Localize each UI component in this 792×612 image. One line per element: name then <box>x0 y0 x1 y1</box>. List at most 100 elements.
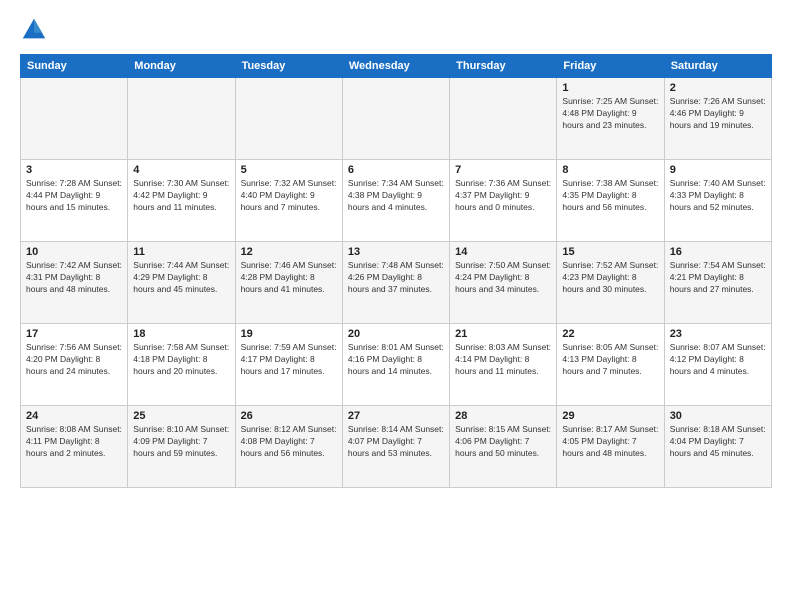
calendar-cell: 9Sunrise: 7:40 AM Sunset: 4:33 PM Daylig… <box>664 160 771 242</box>
calendar-cell <box>342 78 449 160</box>
page: SundayMondayTuesdayWednesdayThursdayFrid… <box>0 0 792 612</box>
day-number: 8 <box>562 164 658 176</box>
header <box>20 16 772 44</box>
calendar-week-row: 24 Sunrise: 8:08 AM Sunset: 4:11 PM Dayli… <box>21 406 772 488</box>
day-info: Sunrise: 7:30 AM Sunset: 4:42 PM Dayligh… <box>133 178 229 214</box>
calendar-cell: 14Sunrise: 7:50 AM Sunset: 4:24 PM Dayli… <box>450 242 557 324</box>
day-number: 19 <box>241 328 337 340</box>
day-info: Sunrise: 8:03 AM Sunset: 4:14 PM Dayligh… <box>455 342 551 378</box>
calendar-cell: 25 Sunrise: 8:10 AM Sunset: 4:09 PM Dayli… <box>128 406 235 488</box>
day-number: 30 <box>670 410 766 422</box>
day-info: Sunrise: 7:26 AM Sunset: 4:46 PM Dayligh… <box>670 96 766 132</box>
day-number: 20 <box>348 328 444 340</box>
day-number: 16 <box>670 246 766 258</box>
calendar-cell: 20 Sunrise: 8:01 AM Sunset: 4:16 PM Dayli… <box>342 324 449 406</box>
calendar-cell: 18 Sunrise: 7:58 AM Sunset: 4:18 PM Dayli… <box>128 324 235 406</box>
day-number: 7 <box>455 164 551 176</box>
day-number: 9 <box>670 164 766 176</box>
day-number: 6 <box>348 164 444 176</box>
weekday-header: Friday <box>557 55 664 78</box>
day-number: 17 <box>26 328 122 340</box>
calendar-cell <box>128 78 235 160</box>
weekday-header: Sunday <box>21 55 128 78</box>
day-info: Sunrise: 8:15 AM Sunset: 4:06 PM Dayligh… <box>455 424 551 460</box>
day-number: 28 <box>455 410 551 422</box>
calendar-cell <box>235 78 342 160</box>
day-info: Sunrise: 7:54 AM Sunset: 4:21 PM Dayligh… <box>670 260 766 296</box>
day-number: 11 <box>133 246 229 258</box>
calendar-cell: 3 Sunrise: 7:28 AM Sunset: 4:44 PM Daylig… <box>21 160 128 242</box>
calendar-cell: 19 Sunrise: 7:59 AM Sunset: 4:17 PM Dayli… <box>235 324 342 406</box>
weekday-header: Monday <box>128 55 235 78</box>
calendar-cell: 12 Sunrise: 7:46 AM Sunset: 4:28 PM Dayli… <box>235 242 342 324</box>
calendar-cell: 10 Sunrise: 7:42 AM Sunset: 4:31 PM Dayli… <box>21 242 128 324</box>
day-number: 1 <box>562 82 658 94</box>
day-number: 13 <box>348 246 444 258</box>
calendar-cell: 22 Sunrise: 8:05 AM Sunset: 4:13 PM Dayli… <box>557 324 664 406</box>
day-info: Sunrise: 8:12 AM Sunset: 4:08 PM Dayligh… <box>241 424 337 460</box>
day-number: 4 <box>133 164 229 176</box>
day-info: Sunrise: 8:01 AM Sunset: 4:16 PM Dayligh… <box>348 342 444 378</box>
day-info: Sunrise: 8:08 AM Sunset: 4:11 PM Dayligh… <box>26 424 122 460</box>
day-info: Sunrise: 8:17 AM Sunset: 4:05 PM Dayligh… <box>562 424 658 460</box>
calendar-cell: 29 Sunrise: 8:17 AM Sunset: 4:05 PM Dayli… <box>557 406 664 488</box>
day-info: Sunrise: 8:05 AM Sunset: 4:13 PM Dayligh… <box>562 342 658 378</box>
calendar-body: 1 Sunrise: 7:25 AM Sunset: 4:48 PM Daylig… <box>21 78 772 488</box>
weekday-header: Wednesday <box>342 55 449 78</box>
day-info: Sunrise: 7:42 AM Sunset: 4:31 PM Dayligh… <box>26 260 122 296</box>
day-info: Sunrise: 8:07 AM Sunset: 4:12 PM Dayligh… <box>670 342 766 378</box>
day-info: Sunrise: 7:34 AM Sunset: 4:38 PM Dayligh… <box>348 178 444 214</box>
calendar-cell: 21 Sunrise: 8:03 AM Sunset: 4:14 PM Dayli… <box>450 324 557 406</box>
calendar-week-row: 10 Sunrise: 7:42 AM Sunset: 4:31 PM Dayli… <box>21 242 772 324</box>
calendar-cell: 28 Sunrise: 8:15 AM Sunset: 4:06 PM Dayli… <box>450 406 557 488</box>
day-number: 15 <box>562 246 658 258</box>
day-number: 14 <box>455 246 551 258</box>
day-info: Sunrise: 7:58 AM Sunset: 4:18 PM Dayligh… <box>133 342 229 378</box>
day-number: 22 <box>562 328 658 340</box>
weekday-header: Saturday <box>664 55 771 78</box>
day-number: 25 <box>133 410 229 422</box>
day-info: Sunrise: 7:36 AM Sunset: 4:37 PM Dayligh… <box>455 178 551 214</box>
day-info: Sunrise: 7:52 AM Sunset: 4:23 PM Dayligh… <box>562 260 658 296</box>
day-info: Sunrise: 7:59 AM Sunset: 4:17 PM Dayligh… <box>241 342 337 378</box>
calendar-week-row: 3 Sunrise: 7:28 AM Sunset: 4:44 PM Daylig… <box>21 160 772 242</box>
logo-icon <box>20 16 48 44</box>
calendar-cell: 6 Sunrise: 7:34 AM Sunset: 4:38 PM Daylig… <box>342 160 449 242</box>
calendar-cell: 26 Sunrise: 8:12 AM Sunset: 4:08 PM Dayli… <box>235 406 342 488</box>
calendar-header: SundayMondayTuesdayWednesdayThursdayFrid… <box>21 55 772 78</box>
day-number: 26 <box>241 410 337 422</box>
calendar-cell: 5 Sunrise: 7:32 AM Sunset: 4:40 PM Daylig… <box>235 160 342 242</box>
day-info: Sunrise: 7:25 AM Sunset: 4:48 PM Dayligh… <box>562 96 658 132</box>
calendar-cell: 8 Sunrise: 7:38 AM Sunset: 4:35 PM Daylig… <box>557 160 664 242</box>
calendar-cell: 2Sunrise: 7:26 AM Sunset: 4:46 PM Daylig… <box>664 78 771 160</box>
day-number: 29 <box>562 410 658 422</box>
day-info: Sunrise: 7:44 AM Sunset: 4:29 PM Dayligh… <box>133 260 229 296</box>
day-info: Sunrise: 7:28 AM Sunset: 4:44 PM Dayligh… <box>26 178 122 214</box>
day-number: 18 <box>133 328 229 340</box>
day-info: Sunrise: 7:56 AM Sunset: 4:20 PM Dayligh… <box>26 342 122 378</box>
day-info: Sunrise: 7:48 AM Sunset: 4:26 PM Dayligh… <box>348 260 444 296</box>
calendar-cell: 24 Sunrise: 8:08 AM Sunset: 4:11 PM Dayli… <box>21 406 128 488</box>
weekday-header: Thursday <box>450 55 557 78</box>
calendar-cell <box>450 78 557 160</box>
calendar: SundayMondayTuesdayWednesdayThursdayFrid… <box>20 54 772 488</box>
day-info: Sunrise: 7:38 AM Sunset: 4:35 PM Dayligh… <box>562 178 658 214</box>
calendar-cell: 16 Sunrise: 7:54 AM Sunset: 4:21 PM Dayli… <box>664 242 771 324</box>
calendar-cell <box>21 78 128 160</box>
day-number: 5 <box>241 164 337 176</box>
calendar-cell: 13 Sunrise: 7:48 AM Sunset: 4:26 PM Dayli… <box>342 242 449 324</box>
day-number: 3 <box>26 164 122 176</box>
calendar-cell: 17 Sunrise: 7:56 AM Sunset: 4:20 PM Dayli… <box>21 324 128 406</box>
day-info: Sunrise: 7:46 AM Sunset: 4:28 PM Dayligh… <box>241 260 337 296</box>
day-number: 10 <box>26 246 122 258</box>
day-number: 23 <box>670 328 766 340</box>
day-number: 24 <box>26 410 122 422</box>
calendar-cell: 7 Sunrise: 7:36 AM Sunset: 4:37 PM Daylig… <box>450 160 557 242</box>
day-info: Sunrise: 8:14 AM Sunset: 4:07 PM Dayligh… <box>348 424 444 460</box>
day-number: 12 <box>241 246 337 258</box>
day-info: Sunrise: 8:10 AM Sunset: 4:09 PM Dayligh… <box>133 424 229 460</box>
day-number: 21 <box>455 328 551 340</box>
calendar-cell: 23 Sunrise: 8:07 AM Sunset: 4:12 PM Dayli… <box>664 324 771 406</box>
calendar-week-row: 1 Sunrise: 7:25 AM Sunset: 4:48 PM Daylig… <box>21 78 772 160</box>
day-info: Sunrise: 7:32 AM Sunset: 4:40 PM Dayligh… <box>241 178 337 214</box>
